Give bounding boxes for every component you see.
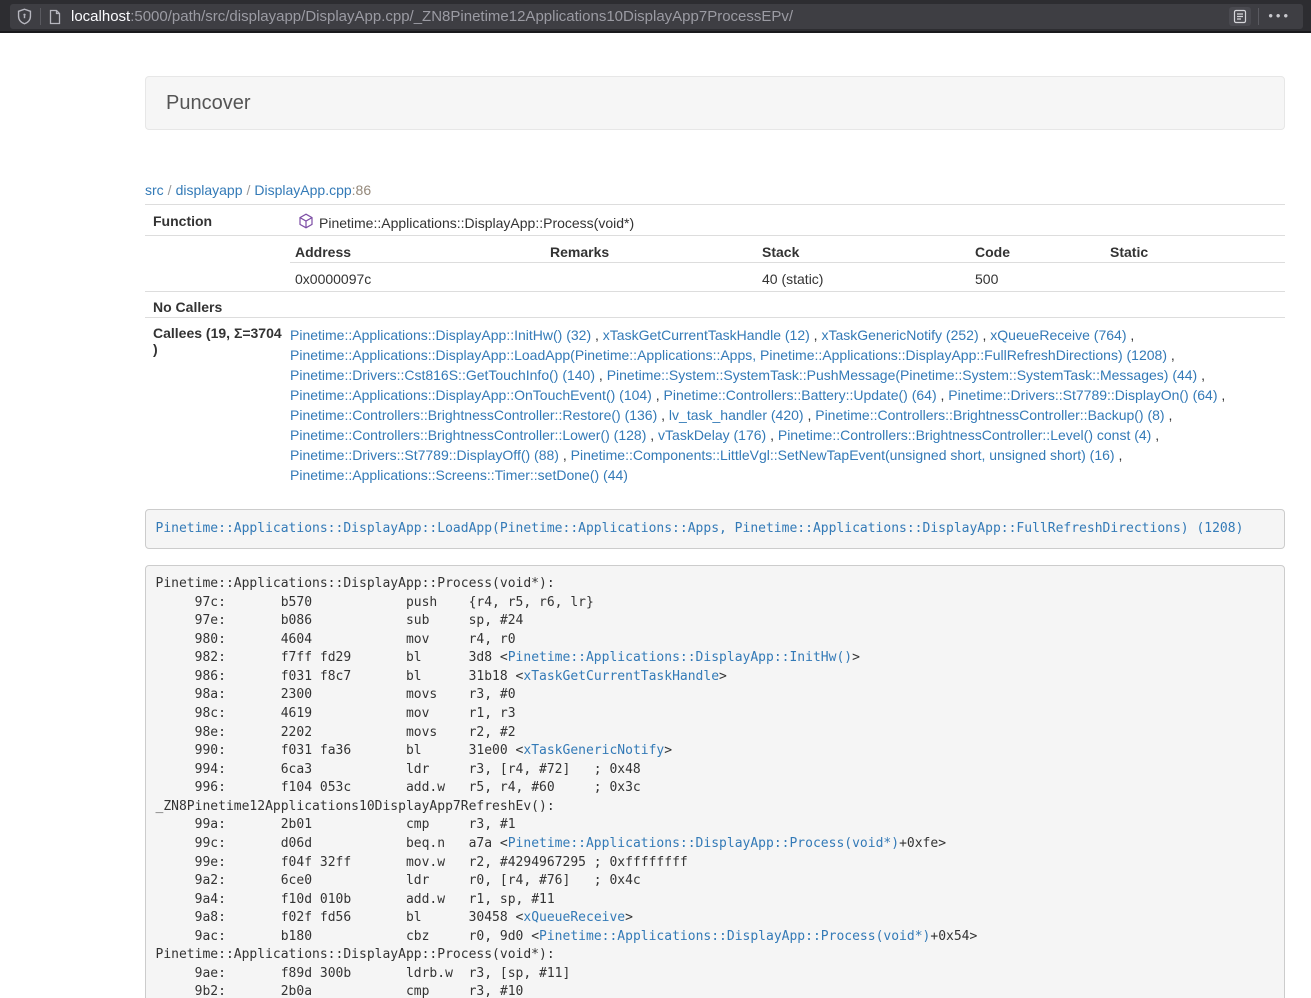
urlbar-divider-right — [1258, 8, 1259, 25]
disasm-symbol-link[interactable]: Pinetime::Applications::DisplayApp::Proc… — [539, 929, 930, 944]
tracking-protection-shield-icon[interactable] — [16, 8, 33, 25]
static-value — [1105, 271, 1285, 287]
browser-toolbar: localhost:5000/path/src/displayapp/Displ… — [0, 0, 1311, 33]
address-value: 0x0000097c — [290, 271, 545, 287]
url-text[interactable]: localhost:5000/path/src/displayapp/Displ… — [71, 8, 1229, 25]
callee-line: Pinetime::Applications::DisplayApp::OnTo… — [290, 385, 1285, 405]
url-host: localhost — [71, 8, 130, 25]
disasm-symbol-link[interactable]: xQueueReceive — [523, 910, 625, 925]
callee-link[interactable]: vTaskDelay (176) — [658, 427, 766, 443]
callee-link[interactable]: xTaskGenericNotify (252) — [821, 327, 978, 343]
callee-line: Pinetime::Applications::DisplayApp::Load… — [290, 345, 1285, 365]
callee-link[interactable]: xTaskGetCurrentTaskHandle (12) — [603, 327, 810, 343]
callee-line: Pinetime::Controllers::BrightnessControl… — [290, 405, 1285, 425]
stats-header-row: Address Remarks Stack Code Static — [290, 236, 1285, 263]
callee-line: Pinetime::Applications::Screens::Timer::… — [290, 465, 1285, 485]
callee-link[interactable]: Pinetime::Controllers::BrightnessControl… — [815, 407, 1164, 423]
function-detail-table: Function Pinetime::Applications::Display… — [145, 204, 1285, 489]
page-actions-menu-icon[interactable]: ••• — [1266, 9, 1297, 25]
function-stats-row: Address Remarks Stack Code Static 0x0000… — [145, 236, 1285, 292]
breadcrumb-src-link[interactable]: src — [145, 182, 164, 198]
callee-link[interactable]: Pinetime::Drivers::St7789::DisplayOn() (… — [948, 387, 1217, 403]
callee-link[interactable]: lv_task_handler (420) — [669, 407, 804, 423]
no-callers-row: No Callers — [145, 292, 1285, 318]
col-remarks: Remarks — [545, 244, 757, 260]
callee-link[interactable]: Pinetime::Applications::Screens::Timer::… — [290, 467, 628, 483]
breadcrumb-separator: / — [243, 182, 255, 198]
callee-link[interactable]: Pinetime::Controllers::Battery::Update()… — [664, 387, 937, 403]
breadcrumb-line-number: :86 — [352, 182, 371, 198]
callee-line: Pinetime::Drivers::Cst816S::GetTouchInfo… — [290, 365, 1285, 385]
callee-link[interactable]: Pinetime::Components::LittleVgl::SetNewT… — [571, 447, 1115, 463]
urlbar-divider — [40, 8, 41, 25]
code-value: 500 — [970, 271, 1105, 287]
callee-link[interactable]: Pinetime::Controllers::BrightnessControl… — [778, 427, 1151, 443]
callees-row: Callees (19, Σ=3704 ) Pinetime::Applicat… — [145, 318, 1285, 489]
callee-link[interactable]: Pinetime::Drivers::St7789::DisplayOff() … — [290, 447, 559, 463]
callees-label: Callees (19, Σ=3704 ) — [145, 325, 290, 485]
col-code: Code — [970, 244, 1105, 260]
disassembly-block: Pinetime::Applications::DisplayApp::Proc… — [145, 565, 1285, 998]
callee-link[interactable]: xQueueReceive (764) — [990, 327, 1126, 343]
page-title-panel: Puncover — [145, 76, 1285, 130]
callee-link[interactable]: Pinetime::System::SystemTask::PushMessag… — [607, 367, 1198, 383]
disasm-symbol-link[interactable]: Pinetime::Applications::DisplayApp::Proc… — [508, 836, 899, 851]
disasm-symbol-link[interactable]: Pinetime::Applications::DisplayApp::Init… — [508, 650, 852, 665]
loadapp-symbol-link[interactable]: Pinetime::Applications::DisplayApp::Load… — [156, 521, 1244, 536]
url-bar[interactable]: localhost:5000/path/src/displayapp/Displ… — [10, 4, 1303, 29]
callee-link[interactable]: Pinetime::Controllers::BrightnessControl… — [290, 427, 646, 443]
breadcrumb-file-link[interactable]: DisplayApp.cpp — [254, 182, 351, 198]
disasm-symbol-link[interactable]: xTaskGenericNotify — [523, 743, 664, 758]
page-content: Puncover src/displayapp/DisplayApp.cpp:8… — [145, 76, 1285, 998]
disasm-symbol-link[interactable]: xTaskGetCurrentTaskHandle — [523, 669, 719, 684]
loadapp-snippet-block: Pinetime::Applications::DisplayApp::Load… — [145, 509, 1285, 549]
callee-line: Pinetime::Controllers::BrightnessControl… — [290, 425, 1285, 445]
callee-link[interactable]: Pinetime::Controllers::BrightnessControl… — [290, 407, 657, 423]
callee-link[interactable]: Pinetime::Applications::DisplayApp::Init… — [290, 327, 591, 343]
symbol-cube-icon — [298, 213, 314, 232]
callees-list: Pinetime::Applications::DisplayApp::Init… — [290, 325, 1285, 485]
function-label: Function — [145, 213, 290, 232]
function-row: Function Pinetime::Applications::Display… — [145, 205, 1285, 236]
remarks-value — [545, 271, 757, 287]
callee-link[interactable]: Pinetime::Drivers::Cst816S::GetTouchInfo… — [290, 367, 595, 383]
callee-line: Pinetime::Applications::DisplayApp::Init… — [290, 325, 1285, 345]
col-stack: Stack — [757, 244, 970, 260]
callee-link[interactable]: Pinetime::Applications::DisplayApp::Load… — [290, 347, 1167, 363]
breadcrumb-displayapp-link[interactable]: displayapp — [176, 182, 243, 198]
breadcrumb: src/displayapp/DisplayApp.cpp:86 — [145, 180, 1285, 200]
stats-data-row: 0x0000097c 40 (static) 500 — [290, 263, 1285, 291]
stack-value: 40 (static) — [757, 271, 970, 287]
function-name: Pinetime::Applications::DisplayApp::Proc… — [319, 215, 634, 231]
callee-link[interactable]: Pinetime::Applications::DisplayApp::OnTo… — [290, 387, 652, 403]
breadcrumb-separator: / — [164, 182, 176, 198]
page-info-icon[interactable] — [48, 9, 62, 25]
col-static: Static — [1105, 244, 1285, 260]
page-title: Puncover — [166, 92, 1264, 115]
url-path: :5000/path/src/displayapp/DisplayApp.cpp… — [130, 8, 793, 25]
col-address: Address — [290, 244, 545, 260]
no-callers-label: No Callers — [145, 299, 290, 315]
reader-mode-button[interactable] — [1229, 7, 1251, 26]
callee-line: Pinetime::Drivers::St7789::DisplayOff() … — [290, 445, 1285, 465]
